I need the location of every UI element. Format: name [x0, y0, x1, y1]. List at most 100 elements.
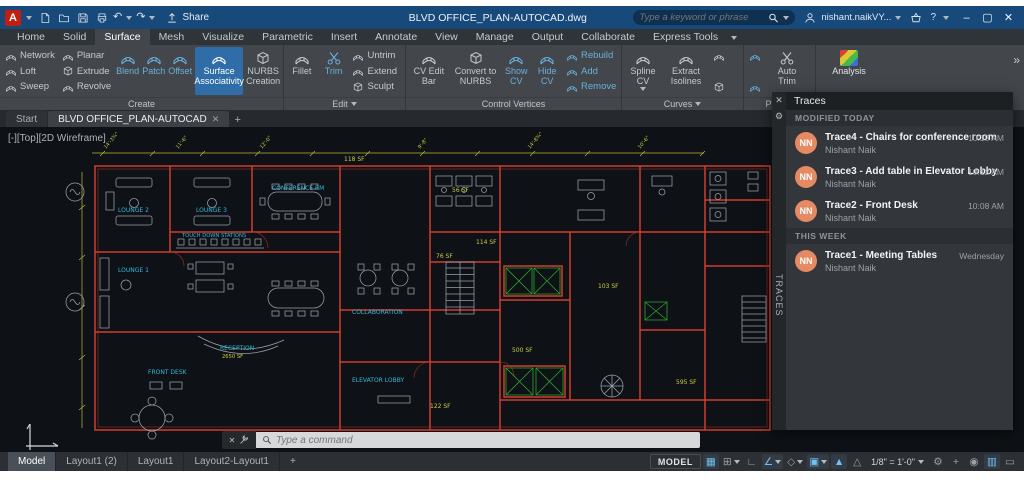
close-command-icon[interactable]: ✕: [229, 436, 236, 445]
cv-edit-bar-button[interactable]: CV Edit Bar: [409, 47, 449, 95]
ribbon-tab-annotate[interactable]: Annotate: [366, 29, 426, 45]
ribbon-overflow-icon[interactable]: »: [1013, 53, 1020, 67]
rebuild-button[interactable]: Rebuild: [564, 48, 618, 63]
remove-button[interactable]: Remove: [564, 79, 618, 94]
convert-to-nurbs-button[interactable]: Convert to NURBS: [452, 47, 500, 95]
trim-button[interactable]: Trim: [320, 47, 348, 95]
open-file-icon[interactable]: [56, 10, 71, 25]
polar-tracking-button[interactable]: ∠: [761, 454, 784, 469]
ribbon-tab-express-tools[interactable]: Express Tools: [644, 29, 727, 45]
snap-mode-button[interactable]: ⊞: [721, 454, 742, 469]
nurbs-creation-button[interactable]: NURBS Creation: [246, 47, 280, 95]
redo-chevron-icon[interactable]: [149, 15, 156, 20]
trace-item[interactable]: NN Trace2 - Front Desk Nishant Naik 10:0…: [786, 194, 1013, 228]
annotation-scale-button[interactable]: 1/8" = 1'-0": [867, 457, 928, 467]
plot-icon[interactable]: [94, 10, 109, 25]
close-button[interactable]: ✕: [998, 8, 1019, 27]
ribbon-tab-solid[interactable]: Solid: [54, 29, 95, 45]
project-tool-icon[interactable]: [747, 48, 767, 63]
loft-button[interactable]: Loft: [3, 64, 57, 79]
minimize-button[interactable]: –: [956, 8, 977, 27]
command-input-field[interactable]: [256, 432, 700, 448]
close-palette-icon[interactable]: ✕: [775, 94, 783, 106]
app-menu-chevron-icon[interactable]: [26, 15, 32, 20]
autocad-logo[interactable]: A: [5, 9, 21, 26]
surface-associativity-button[interactable]: Surface Associativity: [194, 47, 244, 95]
blend-button[interactable]: Blend: [116, 47, 139, 95]
command-input[interactable]: [276, 434, 694, 446]
workspace-switching-button[interactable]: ⚙: [930, 454, 946, 469]
panel-title-curves[interactable]: Curves: [622, 97, 743, 110]
revolve-button[interactable]: Revolve: [60, 79, 113, 94]
ribbon-tab-surface[interactable]: Surface: [95, 29, 150, 45]
ortho-mode-button[interactable]: ∟: [744, 454, 760, 469]
search-box[interactable]: [633, 10, 796, 25]
ribbon-tab-manage[interactable]: Manage: [467, 29, 523, 45]
panel-title-edit[interactable]: Edit: [284, 97, 405, 110]
extract-isolines-button[interactable]: Extract Isolines: [664, 47, 708, 95]
curve-tool-icon[interactable]: [711, 79, 731, 94]
analysis-button[interactable]: Analysis: [827, 47, 871, 95]
help-button[interactable]: ?: [930, 12, 936, 23]
new-drawing-icon[interactable]: [37, 10, 52, 25]
layout-tab-layout1[interactable]: Layout1: [128, 452, 185, 471]
sculpt-button[interactable]: Sculpt: [350, 79, 402, 94]
ribbon-tab-visualize[interactable]: Visualize: [193, 29, 253, 45]
show-cv-button[interactable]: Show CV: [502, 47, 530, 95]
sweep-button[interactable]: Sweep: [3, 79, 57, 94]
ribbon-tab-output[interactable]: Output: [523, 29, 573, 45]
panel-title-create[interactable]: Create: [0, 97, 283, 110]
patch-button[interactable]: Patch: [142, 47, 165, 95]
layout-tab-layout2-layout1[interactable]: Layout2-Layout1: [184, 452, 280, 471]
app-store-icon[interactable]: [908, 10, 923, 25]
planar-button[interactable]: Planar: [60, 48, 113, 63]
object-snap-button[interactable]: ▣: [807, 454, 830, 469]
auto-trim-button[interactable]: Auto Trim: [770, 47, 804, 95]
ribbon-tab-collaborate[interactable]: Collaborate: [572, 29, 644, 45]
trace-item[interactable]: NN Trace3 - Add table in Elevator Lobby …: [786, 160, 1013, 194]
curve-tool-icon[interactable]: [711, 48, 731, 63]
network-button[interactable]: Network: [3, 48, 57, 63]
extrude-button[interactable]: Extrude: [60, 64, 113, 79]
ribbon-tab-insert[interactable]: Insert: [322, 29, 366, 45]
save-icon[interactable]: [75, 10, 90, 25]
offset-button[interactable]: Offset: [168, 47, 192, 95]
maximize-button[interactable]: ▢: [977, 8, 998, 27]
trace-item[interactable]: NN Trace4 - Chairs for conference room N…: [786, 126, 1013, 160]
hide-cv-button[interactable]: Hide CV: [533, 47, 561, 95]
untrim-button[interactable]: Untrim: [350, 48, 402, 63]
file-tab-start[interactable]: Start: [6, 111, 48, 127]
graphics-performance-button[interactable]: ▥: [984, 454, 1000, 469]
search-input[interactable]: [639, 12, 765, 23]
undo-chevron-icon[interactable]: [126, 15, 133, 20]
add-button[interactable]: Add: [564, 64, 618, 79]
grid-display-button[interactable]: ▦: [702, 454, 719, 469]
ribbon-tab-view[interactable]: View: [426, 29, 467, 45]
new-layout-button[interactable]: +: [280, 452, 306, 471]
customize-wrench-icon[interactable]: [239, 435, 249, 445]
isometric-drafting-button[interactable]: ◇: [785, 454, 805, 469]
fillet-button[interactable]: Fillet: [287, 47, 317, 95]
layout-tab-model[interactable]: Model: [8, 452, 57, 471]
ribbon-tab-parametric[interactable]: Parametric: [253, 29, 322, 45]
search-icon[interactable]: [768, 12, 779, 23]
isolate-objects-button[interactable]: ◉: [966, 454, 982, 469]
customization-button[interactable]: +: [948, 454, 964, 469]
layout-tab-layout1-2[interactable]: Layout1 (2): [56, 452, 128, 471]
palette-properties-gear-icon[interactable]: ⚙: [775, 110, 783, 122]
file-tab-document[interactable]: BLVD OFFICE_PLAN-AUTOCAD ✕: [48, 111, 230, 127]
trace-item[interactable]: NN Trace1 - Meeting Tables Nishant Naik …: [786, 244, 1013, 278]
ribbon-chevron-icon[interactable]: [731, 36, 738, 40]
new-tab-button[interactable]: +: [230, 112, 245, 127]
annotation-visibility-button[interactable]: ▲: [831, 454, 848, 469]
viewport-controls[interactable]: [-][Top][2D Wireframe]: [8, 133, 106, 144]
ribbon-tab-home[interactable]: Home: [8, 29, 54, 45]
model-space-button[interactable]: MODEL: [649, 454, 701, 469]
close-tab-icon[interactable]: ✕: [212, 114, 220, 125]
extend-button[interactable]: Extend: [350, 64, 402, 79]
project-tool-icon[interactable]: [747, 79, 767, 94]
panel-title-control-vertices[interactable]: Control Vertices: [406, 97, 621, 110]
help-chevron-icon[interactable]: [943, 15, 949, 20]
palette-tab-label[interactable]: TRACES: [774, 274, 784, 317]
signed-in-user[interactable]: nishant.naikVY...: [802, 10, 902, 25]
